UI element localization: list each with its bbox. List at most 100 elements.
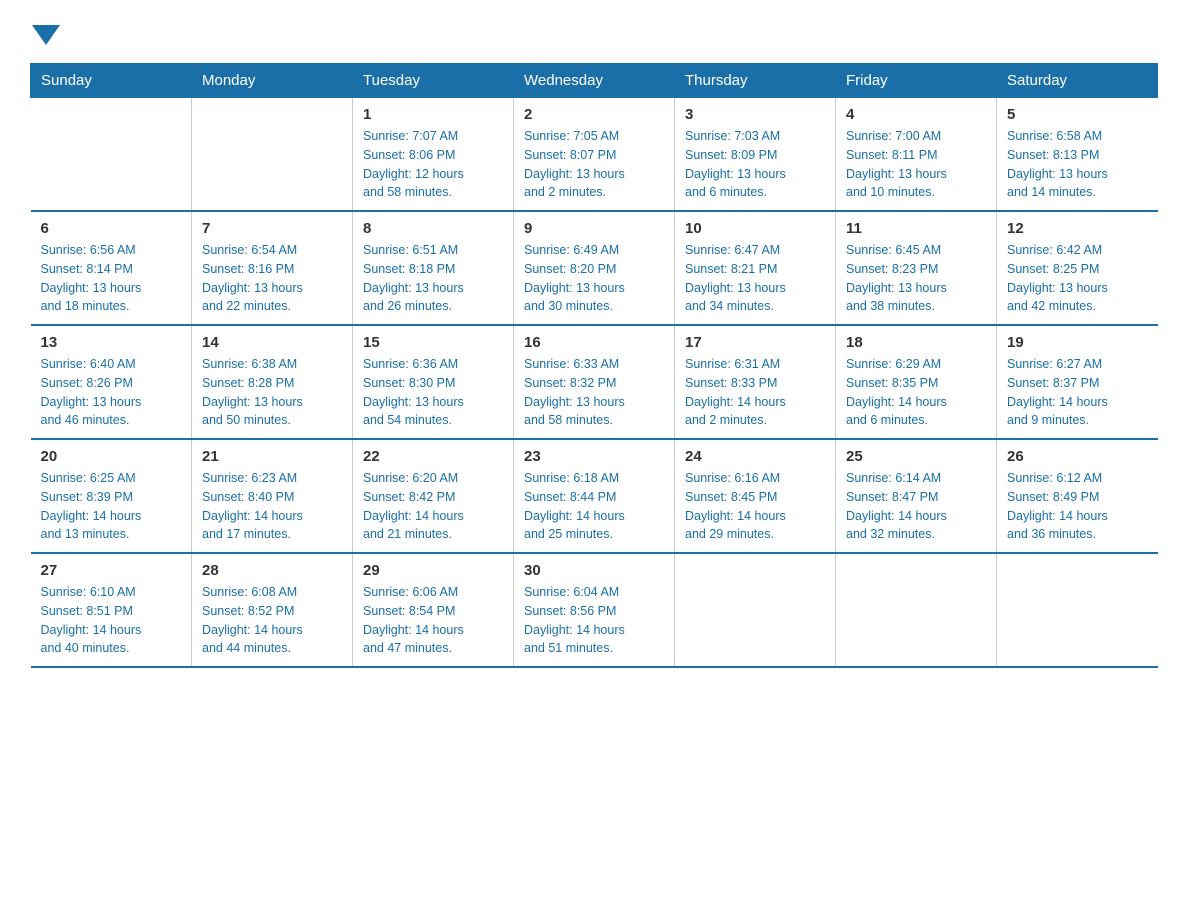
day-info: Sunrise: 6:47 AM Sunset: 8:21 PM Dayligh…: [685, 241, 825, 316]
day-number: 5: [1007, 106, 1148, 123]
day-info: Sunrise: 6:31 AM Sunset: 8:33 PM Dayligh…: [685, 355, 825, 430]
day-info: Sunrise: 7:00 AM Sunset: 8:11 PM Dayligh…: [846, 127, 986, 202]
day-info: Sunrise: 6:36 AM Sunset: 8:30 PM Dayligh…: [363, 355, 503, 430]
day-info: Sunrise: 6:27 AM Sunset: 8:37 PM Dayligh…: [1007, 355, 1148, 430]
day-info: Sunrise: 6:51 AM Sunset: 8:18 PM Dayligh…: [363, 241, 503, 316]
calendar-cell: 18 Sunrise: 6:29 AM Sunset: 8:35 PM Dayli…: [836, 325, 997, 439]
day-info: Sunrise: 6:40 AM Sunset: 8:26 PM Dayligh…: [41, 355, 182, 430]
calendar-cell: 2 Sunrise: 7:05 AM Sunset: 8:07 PM Daylig…: [514, 98, 675, 212]
calendar-cell: 4 Sunrise: 7:00 AM Sunset: 8:11 PM Daylig…: [836, 98, 997, 212]
calendar-header-thursday: Thursday: [675, 64, 836, 98]
calendar-header-saturday: Saturday: [997, 64, 1158, 98]
calendar-cell: 24 Sunrise: 6:16 AM Sunset: 8:45 PM Dayli…: [675, 439, 836, 553]
day-number: 16: [524, 334, 664, 351]
day-info: Sunrise: 6:23 AM Sunset: 8:40 PM Dayligh…: [202, 469, 342, 544]
logo: [30, 20, 60, 45]
day-number: 4: [846, 106, 986, 123]
calendar-cell: [192, 98, 353, 212]
calendar-header-wednesday: Wednesday: [514, 64, 675, 98]
day-number: 14: [202, 334, 342, 351]
day-number: 19: [1007, 334, 1148, 351]
day-info: Sunrise: 6:18 AM Sunset: 8:44 PM Dayligh…: [524, 469, 664, 544]
calendar-cell: 28 Sunrise: 6:08 AM Sunset: 8:52 PM Dayli…: [192, 553, 353, 667]
day-number: 18: [846, 334, 986, 351]
calendar-header-row: SundayMondayTuesdayWednesdayThursdayFrid…: [31, 64, 1158, 98]
day-info: Sunrise: 6:54 AM Sunset: 8:16 PM Dayligh…: [202, 241, 342, 316]
calendar-cell: 26Sunrise: 6:12 AM Sunset: 8:49 PM Dayli…: [997, 439, 1158, 553]
day-number: 13: [41, 334, 182, 351]
day-info: Sunrise: 6:33 AM Sunset: 8:32 PM Dayligh…: [524, 355, 664, 430]
day-info: Sunrise: 6:16 AM Sunset: 8:45 PM Dayligh…: [685, 469, 825, 544]
day-info: Sunrise: 6:06 AM Sunset: 8:54 PM Dayligh…: [363, 583, 503, 658]
calendar-cell: 21 Sunrise: 6:23 AM Sunset: 8:40 PM Dayli…: [192, 439, 353, 553]
calendar-cell: 15 Sunrise: 6:36 AM Sunset: 8:30 PM Dayli…: [353, 325, 514, 439]
day-number: 28: [202, 562, 342, 579]
calendar-cell: 22Sunrise: 6:20 AM Sunset: 8:42 PM Dayli…: [353, 439, 514, 553]
calendar-cell: 20 Sunrise: 6:25 AM Sunset: 8:39 PM Dayli…: [31, 439, 192, 553]
calendar-cell: [31, 98, 192, 212]
calendar-cell: 16 Sunrise: 6:33 AM Sunset: 8:32 PM Dayli…: [514, 325, 675, 439]
calendar-cell: 3 Sunrise: 7:03 AM Sunset: 8:09 PM Daylig…: [675, 98, 836, 212]
day-number: 20: [41, 448, 182, 465]
calendar-cell: 29 Sunrise: 6:06 AM Sunset: 8:54 PM Dayli…: [353, 553, 514, 667]
calendar-header-tuesday: Tuesday: [353, 64, 514, 98]
calendar-cell: 25 Sunrise: 6:14 AM Sunset: 8:47 PM Dayli…: [836, 439, 997, 553]
day-number: 6: [41, 220, 182, 237]
calendar-week-row: 1 Sunrise: 7:07 AM Sunset: 8:06 PM Daylig…: [31, 98, 1158, 212]
calendar-cell: 17 Sunrise: 6:31 AM Sunset: 8:33 PM Dayli…: [675, 325, 836, 439]
day-number: 17: [685, 334, 825, 351]
day-info: Sunrise: 6:45 AM Sunset: 8:23 PM Dayligh…: [846, 241, 986, 316]
day-number: 10: [685, 220, 825, 237]
day-number: 15: [363, 334, 503, 351]
calendar-cell: 12Sunrise: 6:42 AM Sunset: 8:25 PM Dayli…: [997, 211, 1158, 325]
day-info: Sunrise: 6:04 AM Sunset: 8:56 PM Dayligh…: [524, 583, 664, 658]
calendar-cell: 9Sunrise: 6:49 AM Sunset: 8:20 PM Daylig…: [514, 211, 675, 325]
day-number: 27: [41, 562, 182, 579]
calendar-cell: [997, 553, 1158, 667]
calendar-cell: 11Sunrise: 6:45 AM Sunset: 8:23 PM Dayli…: [836, 211, 997, 325]
calendar-cell: 27Sunrise: 6:10 AM Sunset: 8:51 PM Dayli…: [31, 553, 192, 667]
day-number: 23: [524, 448, 664, 465]
calendar-cell: 30 Sunrise: 6:04 AM Sunset: 8:56 PM Dayli…: [514, 553, 675, 667]
calendar-header-monday: Monday: [192, 64, 353, 98]
day-info: Sunrise: 6:25 AM Sunset: 8:39 PM Dayligh…: [41, 469, 182, 544]
calendar-cell: 6 Sunrise: 6:56 AM Sunset: 8:14 PM Daylig…: [31, 211, 192, 325]
day-info: Sunrise: 6:08 AM Sunset: 8:52 PM Dayligh…: [202, 583, 342, 658]
calendar-cell: 13 Sunrise: 6:40 AM Sunset: 8:26 PM Dayli…: [31, 325, 192, 439]
calendar-header-friday: Friday: [836, 64, 997, 98]
calendar-week-row: 20 Sunrise: 6:25 AM Sunset: 8:39 PM Dayli…: [31, 439, 1158, 553]
day-number: 3: [685, 106, 825, 123]
day-info: Sunrise: 6:29 AM Sunset: 8:35 PM Dayligh…: [846, 355, 986, 430]
calendar-cell: 1 Sunrise: 7:07 AM Sunset: 8:06 PM Daylig…: [353, 98, 514, 212]
day-number: 26: [1007, 448, 1148, 465]
day-info: Sunrise: 7:07 AM Sunset: 8:06 PM Dayligh…: [363, 127, 503, 202]
calendar-cell: 23 Sunrise: 6:18 AM Sunset: 8:44 PM Dayli…: [514, 439, 675, 553]
page-header: [30, 20, 1158, 45]
calendar-cell: [675, 553, 836, 667]
calendar-cell: 14 Sunrise: 6:38 AM Sunset: 8:28 PM Dayli…: [192, 325, 353, 439]
day-number: 1: [363, 106, 503, 123]
calendar-cell: 10 Sunrise: 6:47 AM Sunset: 8:21 PM Dayli…: [675, 211, 836, 325]
calendar-week-row: 13 Sunrise: 6:40 AM Sunset: 8:26 PM Dayli…: [31, 325, 1158, 439]
day-number: 29: [363, 562, 503, 579]
day-info: Sunrise: 6:56 AM Sunset: 8:14 PM Dayligh…: [41, 241, 182, 316]
calendar-week-row: 6 Sunrise: 6:56 AM Sunset: 8:14 PM Daylig…: [31, 211, 1158, 325]
calendar-header-sunday: Sunday: [31, 64, 192, 98]
day-number: 21: [202, 448, 342, 465]
day-info: Sunrise: 6:38 AM Sunset: 8:28 PM Dayligh…: [202, 355, 342, 430]
day-number: 8: [363, 220, 503, 237]
day-number: 30: [524, 562, 664, 579]
calendar-cell: 7Sunrise: 6:54 AM Sunset: 8:16 PM Daylig…: [192, 211, 353, 325]
calendar-cell: [836, 553, 997, 667]
day-info: Sunrise: 7:03 AM Sunset: 8:09 PM Dayligh…: [685, 127, 825, 202]
calendar-cell: 19 Sunrise: 6:27 AM Sunset: 8:37 PM Dayli…: [997, 325, 1158, 439]
day-info: Sunrise: 6:14 AM Sunset: 8:47 PM Dayligh…: [846, 469, 986, 544]
calendar-week-row: 27Sunrise: 6:10 AM Sunset: 8:51 PM Dayli…: [31, 553, 1158, 667]
day-number: 9: [524, 220, 664, 237]
day-number: 2: [524, 106, 664, 123]
day-info: Sunrise: 7:05 AM Sunset: 8:07 PM Dayligh…: [524, 127, 664, 202]
day-info: Sunrise: 6:42 AM Sunset: 8:25 PM Dayligh…: [1007, 241, 1148, 316]
day-info: Sunrise: 6:58 AM Sunset: 8:13 PM Dayligh…: [1007, 127, 1148, 202]
day-number: 25: [846, 448, 986, 465]
day-number: 24: [685, 448, 825, 465]
